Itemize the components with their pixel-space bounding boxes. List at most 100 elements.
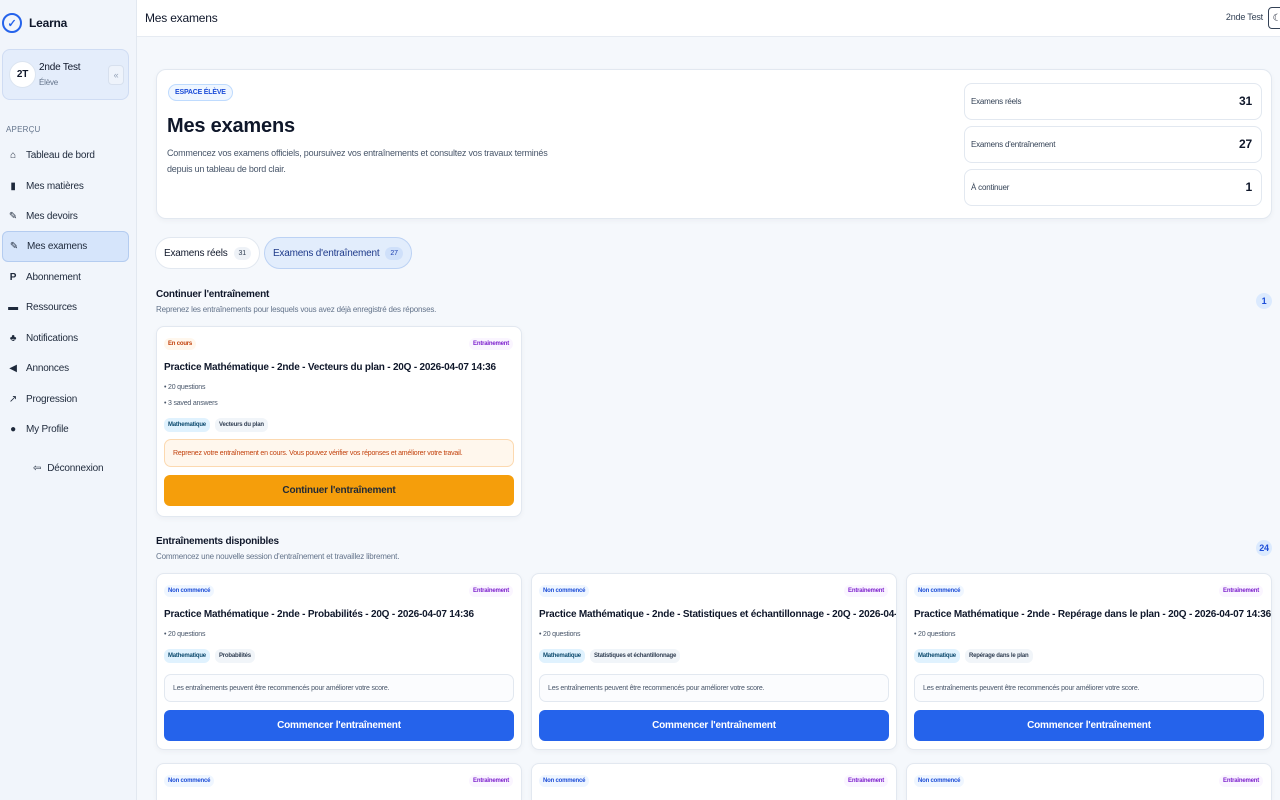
stat-value: 1 <box>1245 180 1253 194</box>
hero-subtitle: Commencez vos examens officiels, poursui… <box>167 148 548 174</box>
topbar: Mes examens 2nde Test ☾ <box>137 0 1280 37</box>
sidebar-item-label: Mes devoirs <box>26 211 78 222</box>
topic-tag: Statistiques et échantillonnage <box>590 649 681 663</box>
continue-exam-card: En cours Entraînement Practice Mathémati… <box>156 326 522 517</box>
retry-note: Les entraînements peuvent être recommenc… <box>164 674 514 702</box>
start-practice-button[interactable]: Commencer l'entraînement <box>914 710 1264 741</box>
collapse-icon[interactable]: « <box>108 65 124 85</box>
stat-practice-exams: Examens d'entraînement 27 <box>964 126 1262 163</box>
topic-tag: Probabilités <box>215 649 255 663</box>
sidebar-item-label: My Profile <box>26 424 69 435</box>
exam-card: Non commencé Entraînement <box>531 763 897 800</box>
question-count: • 20 questions <box>914 631 956 638</box>
status-badge: Non commencé <box>539 775 590 787</box>
user-icon: ● <box>10 424 16 435</box>
tab-label: Examens d'entraînement <box>272 247 380 259</box>
tab-count: 27 <box>385 246 403 260</box>
start-practice-button[interactable]: Commencer l'entraînement <box>539 710 889 741</box>
available-section-title: Entraînements disponibles <box>156 536 279 547</box>
subject-tag: Mathematique <box>539 649 585 663</box>
megaphone-icon: ◀ <box>9 363 17 374</box>
saved-answers: • 3 saved answers <box>164 400 218 407</box>
logout-icon: ⇦ <box>33 463 42 474</box>
exam-card: Non commencé Entraînement <box>906 763 1272 800</box>
status-badge: Non commencé <box>164 585 215 597</box>
exam-title: Practice Mathématique - 2nde - Repérage … <box>914 609 1271 620</box>
sidebar-item-label: Progression <box>26 394 78 405</box>
type-badge: Entraînement <box>1219 585 1263 597</box>
nav-section-label: APERÇU <box>6 125 41 134</box>
type-badge: Entraînement <box>469 775 513 787</box>
exam-card: Non commencé Entraînement Practice Mathé… <box>906 573 1272 750</box>
sidebar-item-annonces[interactable]: ◀ Annonces <box>2 353 129 384</box>
sidebar-item-tableau-de-bord[interactable]: ⌂ Tableau de bord <box>2 140 129 171</box>
bell-icon: ♣ <box>9 333 17 344</box>
check-circle-icon: ✓ <box>2 13 22 33</box>
sidebar-item-abonnement[interactable]: P Abonnement <box>2 262 129 293</box>
pen-icon: ✎ <box>9 241 19 252</box>
sidebar-item-ressources[interactable]: ▬ Ressources <box>2 292 129 323</box>
space-badge: ESPACE ÉLÈVE <box>168 84 233 101</box>
exam-card: Non commencé Entraînement <box>156 763 522 800</box>
book-icon: ▮ <box>10 181 16 192</box>
sidebar-item-progression[interactable]: ↗ Progression <box>2 384 129 415</box>
resume-note: Reprenez votre entraînement en cours. Vo… <box>164 439 514 467</box>
start-practice-button[interactable]: Commencer l'entraînement <box>164 710 514 741</box>
continue-section-subtitle: Reprenez les entraînements pour lesquels… <box>156 305 437 314</box>
exam-tabs: Examens réels 31 Examens d'entraînement … <box>155 237 412 269</box>
continue-practice-button[interactable]: Continuer l'entraînement <box>164 475 514 506</box>
exam-title: Practice Mathématique - 2nde - Probabili… <box>164 609 474 620</box>
question-count: • 20 questions <box>539 631 581 638</box>
sidebar-item-label: Mes matières <box>26 181 84 192</box>
tab-count: 31 <box>233 246 251 260</box>
subject-tag: Mathematique <box>914 649 960 663</box>
subject-tag: Mathematique <box>164 418 210 432</box>
sidebar-item-label: Ressources <box>26 302 77 313</box>
logout-button[interactable]: ⇦ Déconnexion <box>33 463 104 474</box>
question-count: • 20 questions <box>164 631 206 638</box>
paypal-icon: P <box>9 272 17 283</box>
sidebar-item-mes-examens[interactable]: ✎ Mes examens <box>2 231 129 262</box>
status-badge: Non commencé <box>539 585 590 597</box>
continue-count-badge: 1 <box>1256 293 1272 309</box>
sidebar-item-notifications[interactable]: ♣ Notifications <box>2 323 129 354</box>
sidebar-item-mes-devoirs[interactable]: ✎ Mes devoirs <box>2 201 129 232</box>
exam-title: Practice Mathématique - 2nde - Vecteurs … <box>164 362 496 373</box>
type-badge: Entraînement <box>469 338 513 350</box>
status-badge: Non commencé <box>164 775 215 787</box>
exam-card: Non commencé Entraînement Practice Mathé… <box>531 573 897 750</box>
status-badge: Non commencé <box>914 775 965 787</box>
hero-title: Mes examens <box>167 115 295 137</box>
stat-value: 31 <box>1239 94 1252 108</box>
exam-title: Practice Mathématique - 2nde - Statistiq… <box>539 609 897 620</box>
stat-value: 27 <box>1239 137 1252 151</box>
available-count-badge: 24 <box>1256 540 1272 556</box>
tab-real-exams[interactable]: Examens réels 31 <box>155 237 260 269</box>
topic-tag: Vecteurs du plan <box>215 418 268 432</box>
user-role: Élève <box>39 78 59 87</box>
app-logo[interactable]: ✓ Learna <box>2 13 67 33</box>
sidebar-item-my-profile[interactable]: ● My Profile <box>2 414 129 445</box>
retry-note: Les entraînements peuvent être recommenc… <box>914 674 1264 702</box>
type-badge: Entraînement <box>1219 775 1263 787</box>
tab-practice-exams[interactable]: Examens d'entraînement 27 <box>263 237 412 269</box>
theme-toggle-icon[interactable]: ☾ <box>1268 7 1280 29</box>
stat-label: À continuer <box>971 183 1010 192</box>
top-user-name[interactable]: 2nde Test <box>1226 12 1263 22</box>
status-badge: Non commencé <box>914 585 965 597</box>
type-badge: Entraînement <box>844 775 888 787</box>
subject-tag: Mathematique <box>164 649 210 663</box>
available-section-subtitle: Commencez une nouvelle session d'entraîn… <box>156 552 400 561</box>
stat-label: Examens d'entraînement <box>971 140 1056 149</box>
app-name: Learna <box>29 16 68 30</box>
chart-icon: ↗ <box>8 394 18 405</box>
user-name: 2nde Test <box>39 62 81 73</box>
user-card[interactable]: 2T 2nde Test Élève « <box>2 49 129 100</box>
stat-real-exams: Examens réels 31 <box>964 83 1262 120</box>
avatar: 2T <box>9 61 36 88</box>
pen-icon: ✎ <box>8 211 18 222</box>
topic-tag: Repérage dans le plan <box>965 649 1033 663</box>
retry-note: Les entraînements peuvent être recommenc… <box>539 674 889 702</box>
exam-card: Non commencé Entraînement Practice Mathé… <box>156 573 522 750</box>
sidebar-item-mes-matieres[interactable]: ▮ Mes matières <box>2 171 129 202</box>
